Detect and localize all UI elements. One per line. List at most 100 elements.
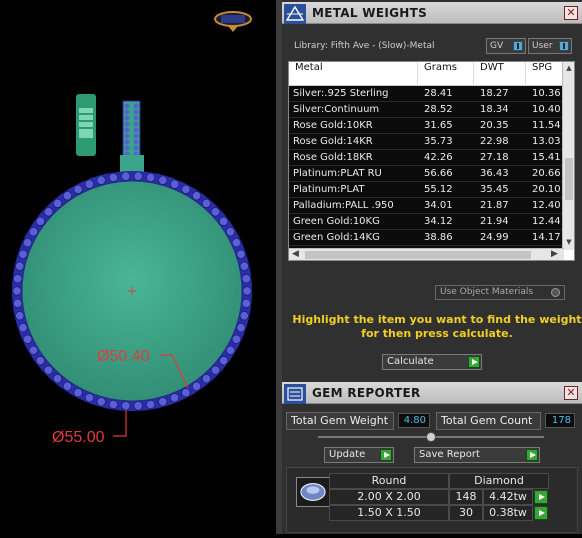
metal-row[interactable]: Silver:Continuum 28.52 18.34 10.40 bbox=[289, 102, 564, 118]
metal-dwt: 20.35 bbox=[480, 120, 509, 131]
dimension-inner-label: Ø50.40 bbox=[97, 348, 150, 365]
column-header-grams[interactable]: Grams bbox=[418, 62, 474, 86]
scroll-down-icon[interactable]: ▼ bbox=[564, 238, 574, 246]
metal-dwt: 18.34 bbox=[480, 104, 509, 115]
metal-row[interactable]: Platinum:PLAT 55.12 35.45 20.10 bbox=[289, 182, 564, 198]
side-component bbox=[76, 94, 96, 156]
metal-grams: 28.41 bbox=[424, 88, 453, 99]
scroll-up-icon[interactable]: ▲ bbox=[564, 64, 574, 72]
gem-report-table: Round Diamond 2.00 X 2.00 148 4.42tw 1.5… bbox=[286, 467, 578, 533]
use-object-materials-label: Use Object Materials bbox=[440, 287, 534, 297]
gem-reporter-title: GEM REPORTER bbox=[312, 386, 421, 400]
metal-name: Palladium:PALL .950 bbox=[293, 200, 394, 211]
play-icon bbox=[380, 449, 392, 461]
instruction-text: Highlight the item you want to find the … bbox=[292, 313, 582, 340]
metal-dwt: 21.87 bbox=[480, 200, 509, 211]
column-header-spg[interactable]: SPG bbox=[526, 62, 564, 86]
metal-row[interactable]: Rose Gold:10KR 31.65 20.35 11.54 bbox=[289, 118, 564, 134]
metal-name: Rose Gold:18KR bbox=[293, 152, 373, 163]
metal-row[interactable]: Rose Gold:14KR 35.73 22.98 13.03 bbox=[289, 134, 564, 150]
metal-name: Green Gold:10KG bbox=[293, 216, 380, 227]
metal-name: Platinum:PLAT RU bbox=[293, 168, 382, 179]
table-horizontal-scrollbar[interactable]: ◀ ▶ bbox=[289, 248, 564, 260]
metal-weights-icon bbox=[284, 4, 306, 24]
gem-row-count: 148 bbox=[449, 489, 483, 505]
update-button[interactable]: Update bbox=[324, 447, 394, 463]
column-header-metal[interactable]: Metal bbox=[289, 62, 418, 86]
gem-row-size: 1.50 X 1.50 bbox=[329, 505, 449, 521]
scrollbar-thumb[interactable] bbox=[305, 251, 531, 259]
metal-table-body: Silver:.925 Sterling 28.41 18.27 10.36 Silve… bbox=[289, 86, 564, 260]
metal-dwt: 36.43 bbox=[480, 168, 509, 179]
scrollbar-thumb[interactable] bbox=[565, 158, 573, 200]
ring-model[interactable] bbox=[12, 171, 252, 411]
viewport-3d[interactable]: Ø50.40 Ø55.00 bbox=[0, 0, 276, 534]
metal-name: Rose Gold:10KR bbox=[293, 120, 373, 131]
metal-grams: 28.52 bbox=[424, 104, 453, 115]
metal-spg: 20.10 bbox=[532, 184, 561, 195]
column-header-dwt[interactable]: DWT bbox=[474, 62, 526, 86]
scroll-left-icon[interactable]: ◀ bbox=[292, 249, 299, 259]
save-report-label: Save Report bbox=[419, 449, 480, 460]
metal-row[interactable]: Rose Gold:18KR 42.26 27.18 15.41 bbox=[289, 150, 564, 166]
metal-dwt: 24.99 bbox=[480, 232, 509, 243]
metal-grams: 42.26 bbox=[424, 152, 453, 163]
use-object-materials-option[interactable]: Use Object Materials bbox=[435, 285, 565, 300]
gem-row-weight: 4.42tw bbox=[483, 489, 533, 505]
gem-slider-handle[interactable] bbox=[426, 432, 436, 442]
select-gems-icon[interactable] bbox=[534, 490, 548, 504]
calculate-label: Calculate bbox=[387, 356, 434, 367]
scroll-right-icon[interactable]: ▶ bbox=[551, 249, 558, 259]
metal-spg: 12.40 bbox=[532, 200, 561, 211]
radio-icon[interactable] bbox=[551, 288, 560, 297]
metal-grams: 34.12 bbox=[424, 216, 453, 227]
total-gem-weight-label: Total Gem Weight bbox=[286, 412, 394, 430]
toggle-switch-icon bbox=[513, 41, 523, 51]
metal-row[interactable]: Platinum:PLAT RU 56.66 36.43 20.66 bbox=[289, 166, 564, 182]
metal-weights-title: METAL WEIGHTS bbox=[312, 6, 428, 20]
gv-toggle[interactable]: GV bbox=[486, 38, 526, 54]
metal-dwt: 27.18 bbox=[480, 152, 509, 163]
total-gem-weight-value: 4.80 bbox=[398, 413, 430, 428]
metal-spg: 11.54 bbox=[532, 120, 561, 131]
user-toggle[interactable]: User bbox=[528, 38, 572, 54]
table-vertical-scrollbar[interactable]: ▲ ▼ bbox=[562, 62, 574, 250]
metal-spg: 15.41 bbox=[532, 152, 561, 163]
save-report-button[interactable]: Save Report bbox=[414, 447, 540, 463]
play-icon bbox=[468, 356, 480, 368]
metal-dwt: 21.94 bbox=[480, 216, 509, 227]
gem-reporter-titlebar: GEM REPORTER ✕ bbox=[282, 382, 582, 404]
toggle-switch-icon bbox=[559, 41, 569, 51]
metal-name: Platinum:PLAT bbox=[293, 184, 365, 195]
viewport-canvas[interactable]: Ø50.40 Ø55.00 bbox=[0, 0, 276, 534]
gem-shape-header: Round bbox=[329, 473, 449, 489]
close-icon[interactable]: ✕ bbox=[564, 6, 578, 20]
close-icon[interactable]: ✕ bbox=[564, 386, 578, 400]
metal-spg: 12.44 bbox=[532, 216, 561, 227]
gem-row-size: 2.00 X 2.00 bbox=[329, 489, 449, 505]
play-icon bbox=[526, 449, 538, 461]
gem-row-weight: 0.38tw bbox=[483, 505, 533, 521]
bail-component bbox=[120, 100, 144, 175]
metal-spg: 10.40 bbox=[532, 104, 561, 115]
metal-grams: 31.65 bbox=[424, 120, 453, 131]
metal-name: Silver:Continuum bbox=[293, 104, 380, 115]
metal-row[interactable]: Green Gold:14KG 38.86 24.99 14.17 bbox=[289, 230, 564, 246]
metal-row[interactable]: Green Gold:10KG 34.12 21.94 12.44 bbox=[289, 214, 564, 230]
metal-row[interactable]: Silver:.925 Sterling 28.41 18.27 10.36 bbox=[289, 86, 564, 102]
gem-row-count: 30 bbox=[449, 505, 483, 521]
metal-row[interactable]: Palladium:PALL .950 34.01 21.87 12.40 bbox=[289, 198, 564, 214]
dimension-outer-label: Ø55.00 bbox=[52, 429, 105, 446]
metal-spg: 13.03 bbox=[532, 136, 561, 147]
dimension-outer: Ø55.00 bbox=[52, 410, 127, 446]
metal-name: Green Gold:14KG bbox=[293, 232, 380, 243]
metal-table[interactable]: Metal Grams DWT SPG Silver:.925 Sterling… bbox=[288, 61, 575, 261]
user-toggle-label: User bbox=[532, 41, 553, 51]
metal-name: Rose Gold:14KR bbox=[293, 136, 373, 147]
round-diamond-icon bbox=[296, 477, 330, 507]
select-gems-icon[interactable] bbox=[534, 506, 548, 520]
metal-grams: 34.01 bbox=[424, 200, 453, 211]
calculate-button[interactable]: Calculate bbox=[382, 354, 482, 370]
metal-table-header: Metal Grams DWT SPG bbox=[289, 62, 564, 86]
total-gem-count-value: 178 bbox=[545, 413, 575, 428]
